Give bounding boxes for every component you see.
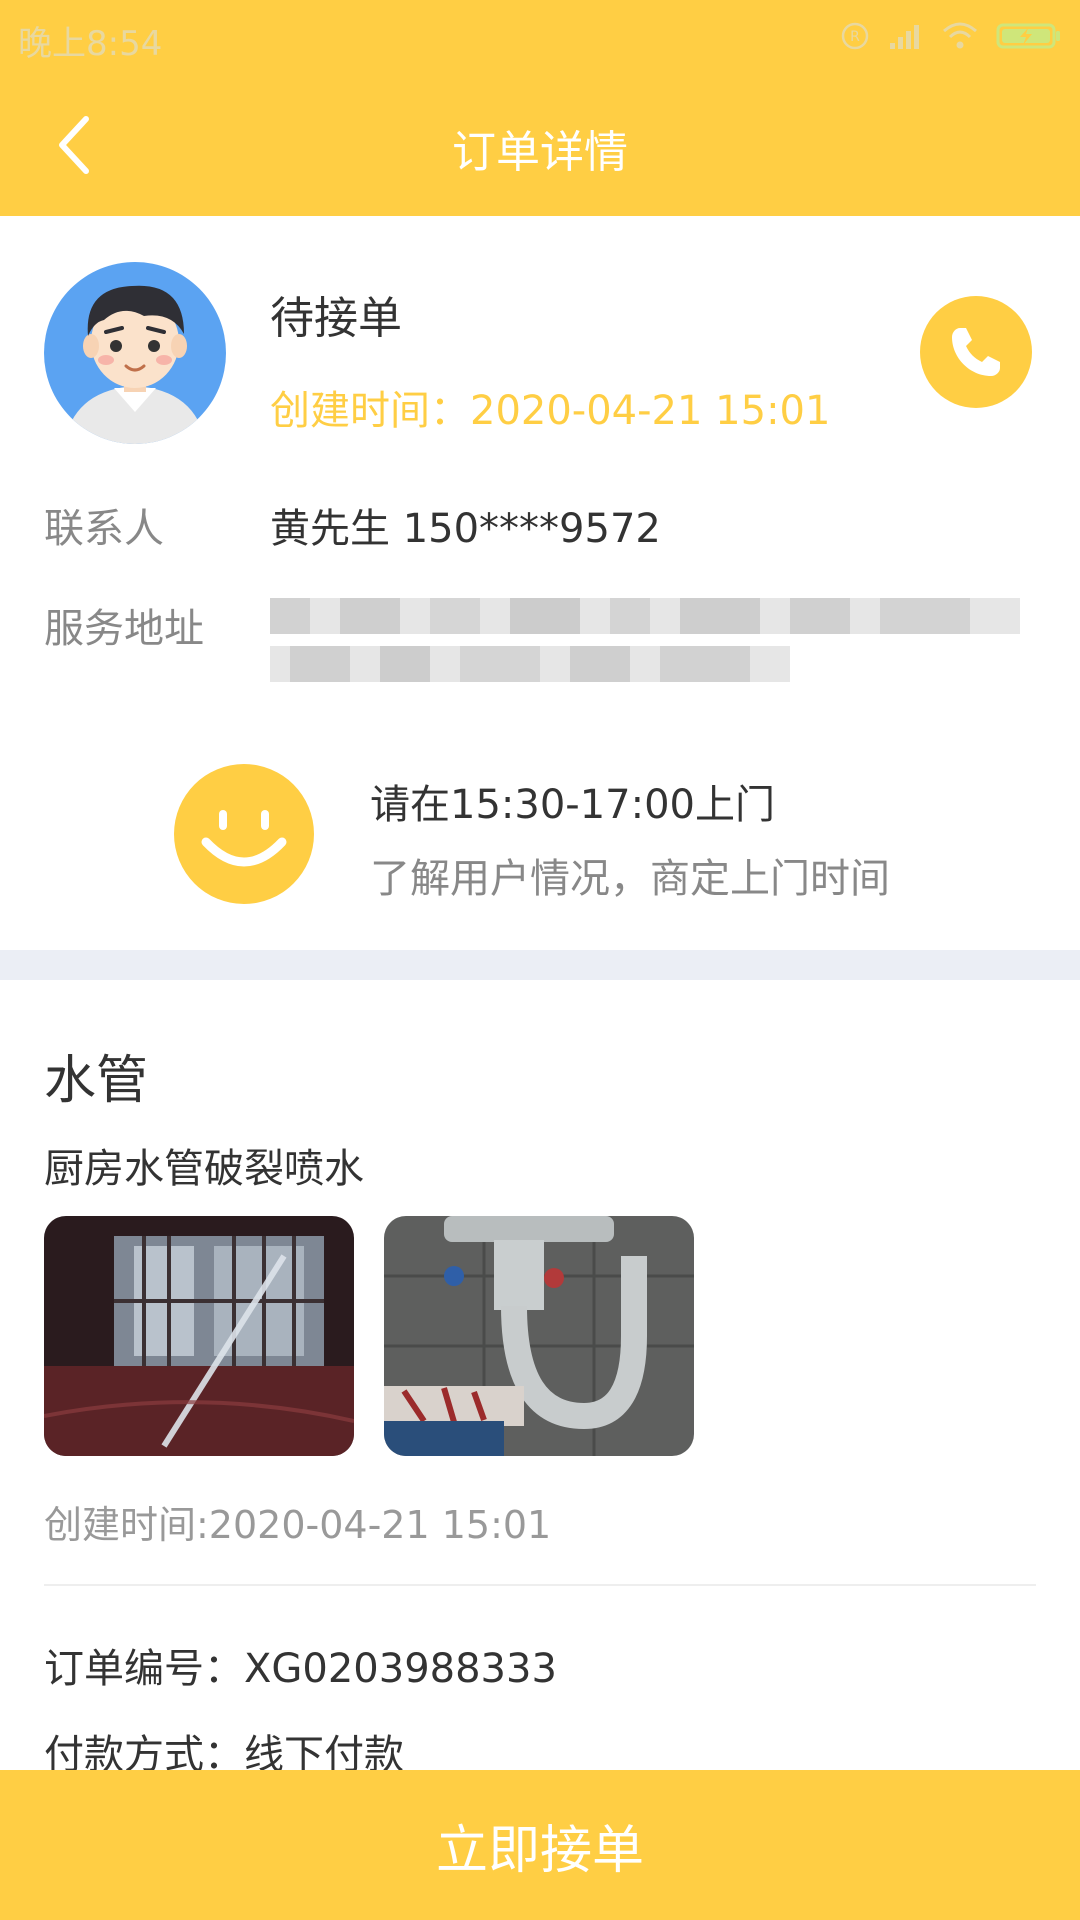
avatar [44, 262, 226, 444]
visit-hint: 了解用户情况，商定上门时间 [370, 856, 890, 902]
header-bar: 晚上8:54 R 订单详情 [0, 0, 1080, 216]
battery-icon [996, 21, 1062, 55]
registered-icon: R [840, 21, 870, 55]
problem-photo-2[interactable] [384, 1216, 694, 1456]
contact-label: 联系人 [44, 506, 164, 552]
wifi-icon [942, 21, 978, 55]
svg-text:R: R [850, 29, 860, 45]
call-button[interactable] [920, 296, 1032, 408]
section-divider [0, 950, 1080, 980]
order-created-time: 创建时间：2020-04-21 15:01 [270, 388, 831, 434]
problem-photo-1[interactable] [44, 1216, 354, 1456]
phone-icon [952, 328, 1000, 376]
address-label: 服务地址 [44, 606, 204, 652]
page-title: 订单详情 [452, 127, 628, 178]
smiley-icon [174, 764, 314, 904]
accept-order-button[interactable]: 立即接单 [0, 1770, 1080, 1920]
service-description: 厨房水管破裂喷水 [44, 1146, 364, 1192]
contact-value: 黄先生 150****9572 [270, 506, 661, 552]
status-icons: R [840, 18, 1062, 58]
divider-line [44, 1584, 1036, 1586]
service-created-time: 创建时间:2020-04-21 15:01 [44, 1503, 552, 1547]
service-type: 水管 [44, 1051, 149, 1111]
address-blurred [270, 594, 1020, 686]
order-status: 待接单 [270, 293, 402, 344]
visit-window: 请在15:30-17:00上门 [370, 782, 775, 828]
order-number: 订单编号：XG0203988333 [44, 1646, 557, 1692]
signal-icon [888, 21, 924, 55]
status-time: 晚上8:54 [18, 24, 163, 64]
